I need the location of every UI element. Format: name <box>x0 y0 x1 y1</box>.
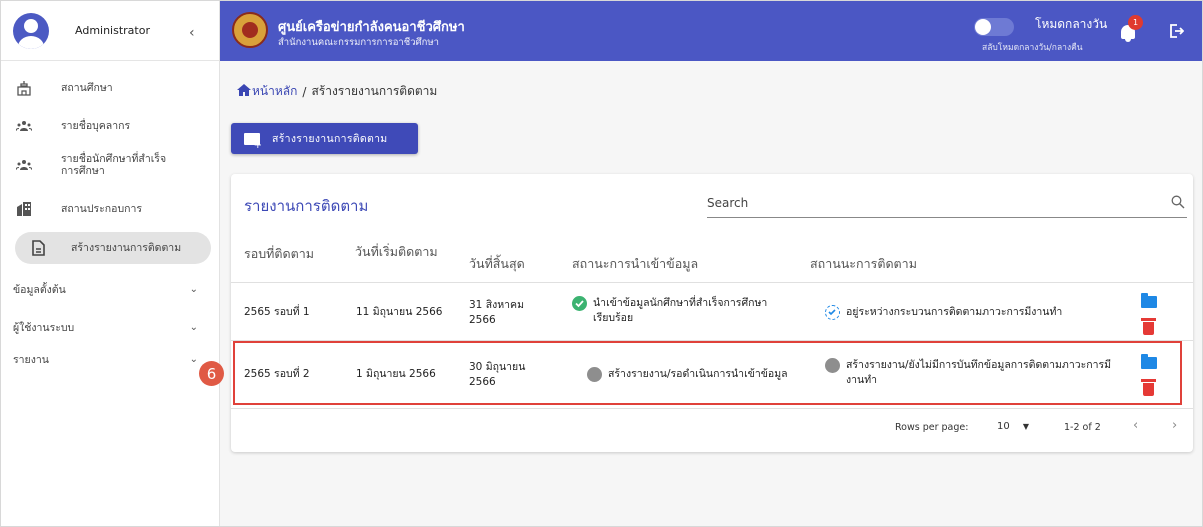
rows-per-page-value: 10 <box>997 421 1010 432</box>
sidebar-group-reports[interactable]: รายงาน ⌄ <box>13 351 198 368</box>
sidebar-item-graduates[interactable]: รายชื่อนักศึกษาที่สำเร็จ การศึกษา <box>15 153 210 177</box>
cell-start: 11 มิถุนายน 2566 <box>356 306 443 318</box>
col-header-round: รอบที่ติดตาม <box>244 246 315 261</box>
breadcrumb-current: สร้างรายงานการติดตาม <box>311 84 438 98</box>
sidebar-group-users[interactable]: ผู้ใช้งานระบบ ⌄ <box>13 319 198 336</box>
chevron-down-icon: ⌄ <box>189 322 198 333</box>
create-report-label: สร้างรายงานการติดตาม <box>272 133 388 145</box>
header-subtitle: สำนักงานคณะกรรมการการอาชีวศึกษา <box>278 37 439 48</box>
sidebar-group-master-data[interactable]: ข้อมูลตั้งต้น ⌄ <box>13 281 198 298</box>
rows-per-page-select[interactable]: 10 ▼ <box>997 421 1029 432</box>
sidebar-item-school[interactable]: สถานศึกษา <box>15 79 210 97</box>
search-field[interactable] <box>707 192 1187 218</box>
building-icon <box>15 200 33 218</box>
divider <box>231 282 1193 283</box>
sidebar-item-label: สถานศึกษา <box>61 82 113 94</box>
track-status-text: อยู่ระหว่างกระบวนการติดตามภาวะการมีงานทำ <box>846 306 1063 318</box>
sidebar-item-label: สถานประกอบการ <box>61 203 143 215</box>
logout-icon[interactable] <box>1168 23 1185 39</box>
sidebar-group-label: ข้อมูลตั้งต้น <box>13 284 66 296</box>
sidebar-item-personnel[interactable]: รายชื่อบุคลากร <box>15 117 210 135</box>
breadcrumb: หน้าหลัก / สร้างรายงานการติดตาม <box>236 82 437 101</box>
next-page-icon[interactable]: › <box>1172 418 1177 433</box>
collapse-sidebar-button[interactable]: ‹ <box>189 25 195 41</box>
graduates-icon <box>15 156 33 174</box>
cell-track-status: อยู่ระหว่างกระบวนการติดตามภาวะการมีงานทำ <box>825 305 1125 320</box>
sidebar-header: Administrator <box>1 1 219 61</box>
progress-check-icon <box>825 305 840 320</box>
report-table-card: รายงานการติดตาม รอบที่ติดตาม วันที่เริ่ม… <box>231 174 1193 452</box>
row-highlight <box>233 341 1182 405</box>
cell-round: 2565 รอบที่ 1 <box>244 306 310 318</box>
col-header-track-status: สถานนะการติดตาม <box>810 256 917 271</box>
create-report-button[interactable]: สร้างรายงานการติดตาม <box>231 123 418 154</box>
folder-icon[interactable] <box>1141 293 1157 308</box>
chevron-down-icon: ⌄ <box>189 354 198 365</box>
sidebar: Administrator ‹ สถานศึกษา รายชื่อบุคลากร… <box>1 1 220 526</box>
sidebar-item-label: รายชื่อบุคลากร <box>61 120 131 132</box>
pagination-range: 1-2 of 2 <box>1064 422 1101 433</box>
mode-sub-label: สลับโหมดกลางวัน/กลางคืน <box>982 43 1083 53</box>
breadcrumb-separator: / <box>302 84 307 99</box>
home-icon[interactable] <box>236 83 252 100</box>
trash-icon[interactable] <box>1141 318 1156 335</box>
avatar[interactable] <box>13 12 49 49</box>
search-input[interactable] <box>707 192 1127 210</box>
col-header-end: วันที่สิ้นสุด <box>469 256 525 271</box>
notification-badge: 1 <box>1128 15 1143 30</box>
divider <box>231 408 1193 409</box>
caret-down-icon: ▼ <box>1022 422 1030 431</box>
people-icon <box>15 117 33 135</box>
logo <box>232 12 268 48</box>
col-header-start: วันที่เริ่มติดตาม <box>355 244 438 259</box>
sidebar-group-label: ผู้ใช้งานระบบ <box>13 322 75 334</box>
import-status-text: นำเข้าข้อมูลนักศึกษาที่สำเร็จการศึกษาเรี… <box>593 297 768 324</box>
table-title: รายงานการติดตาม <box>244 197 369 215</box>
cell-end: 31 สิงหาคม 2566 <box>469 299 524 326</box>
chevron-down-icon: ⌄ <box>189 284 198 295</box>
sidebar-item-label: รายชื่อนักศึกษาที่สำเร็จ การศึกษา <box>61 153 167 177</box>
top-header: ศูนย์เครือข่ายกำลังคนอาชีวศึกษา สำนักงาน… <box>220 1 1202 61</box>
prev-page-icon[interactable]: ‹ <box>1133 418 1138 433</box>
rows-per-page-label: Rows per page: <box>895 422 969 433</box>
cell-import-status: นำเข้าข้อมูลนักศึกษาที่สำเร็จการศึกษาเรี… <box>572 296 802 326</box>
user-name: Administrator <box>75 24 150 37</box>
check-circle-icon <box>572 296 587 311</box>
search-icon[interactable] <box>1171 195 1185 209</box>
school-icon <box>15 79 33 97</box>
folder-add-icon <box>244 132 262 151</box>
sidebar-item-label: สร้างรายงานการติดตาม <box>71 242 182 254</box>
document-icon <box>29 239 47 257</box>
sidebar-group-label: รายงาน <box>13 354 49 366</box>
day-night-toggle[interactable] <box>974 18 1014 36</box>
sidebar-item-create-report[interactable]: สร้างรายงานการติดตาม <box>15 232 211 264</box>
step-marker: 6 <box>199 361 224 386</box>
col-header-import-status: สถานะการนำเข้าข้อมูล <box>572 256 699 271</box>
breadcrumb-home[interactable]: หน้าหลัก <box>252 82 297 101</box>
header-title: ศูนย์เครือข่ายกำลังคนอาชีวศึกษา <box>278 20 465 35</box>
mode-label: โหมดกลางวัน <box>1035 17 1108 31</box>
sidebar-item-company[interactable]: สถานประกอบการ <box>15 200 210 218</box>
